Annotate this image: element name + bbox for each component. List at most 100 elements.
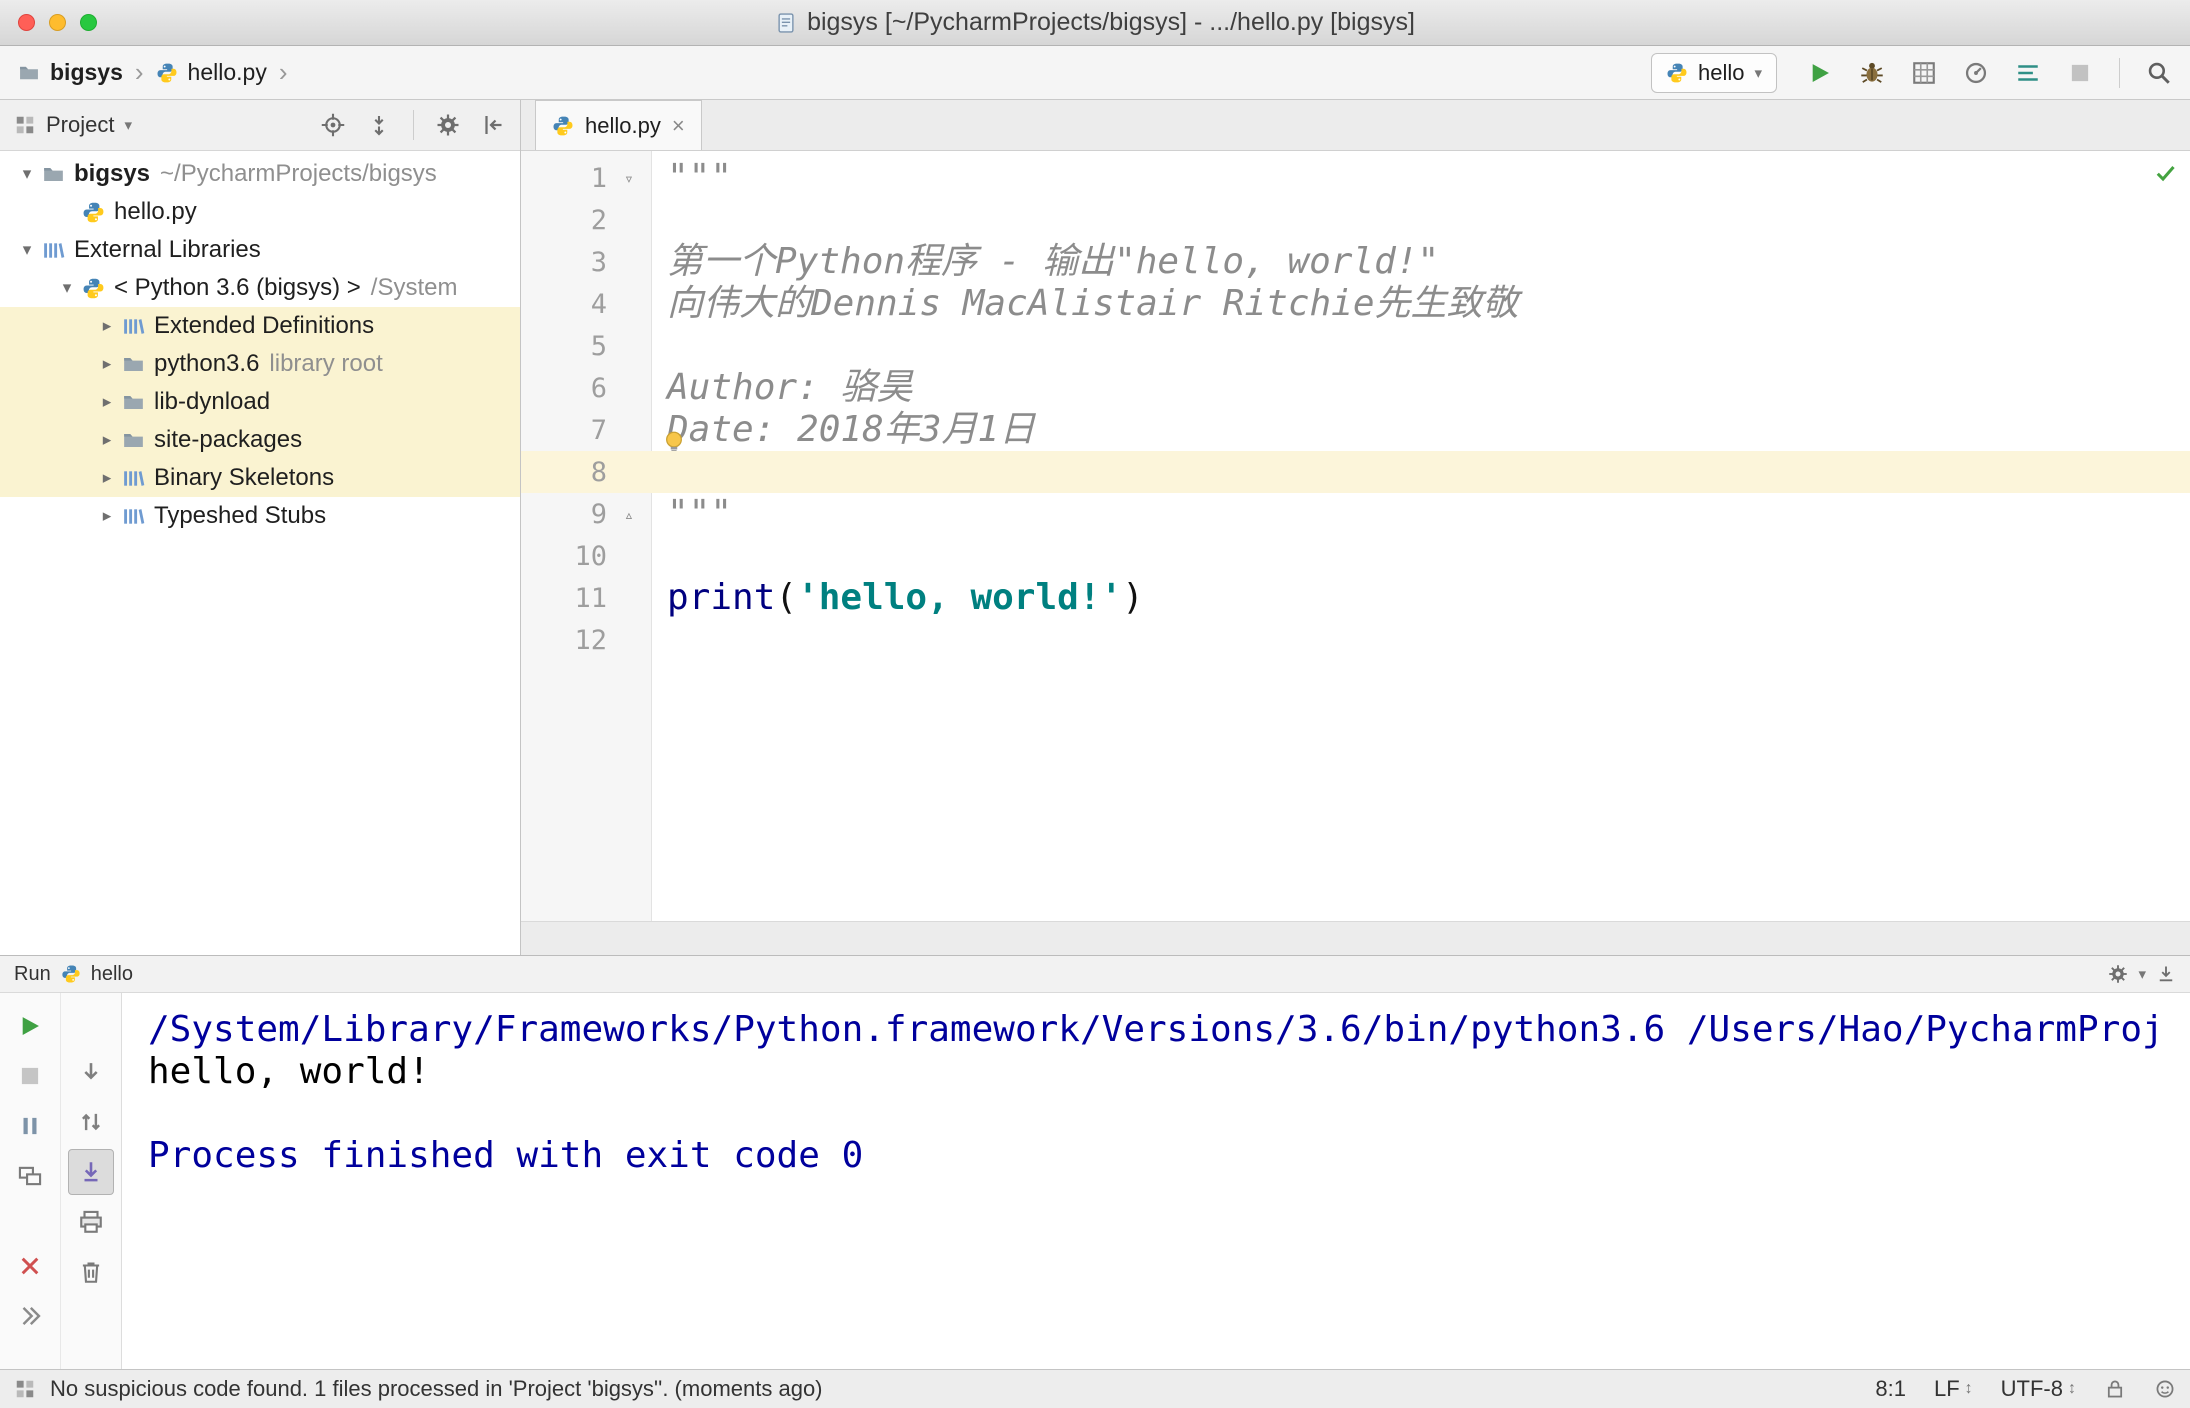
breadcrumb-file[interactable]: hello.py <box>188 59 267 86</box>
line-number[interactable]: 12 <box>521 625 607 656</box>
breadcrumb-project[interactable]: bigsys <box>50 59 123 86</box>
line-number[interactable]: 6 <box>521 373 607 404</box>
expand-arrow[interactable]: ▸ <box>92 316 122 336</box>
tree-item-label: Typeshed Stubs <box>154 502 327 529</box>
line-number[interactable]: 2 <box>521 205 607 236</box>
expand-arrow[interactable]: ▸ <box>92 506 122 526</box>
inspections-ok-icon <box>2154 161 2178 185</box>
print-button[interactable] <box>68 1199 114 1245</box>
line-number[interactable]: 5 <box>521 331 607 362</box>
gear-icon[interactable] <box>436 113 460 137</box>
code-text: Date: 2018年3月1日 <box>667 409 1036 450</box>
line-number[interactable]: 4 <box>521 289 607 320</box>
tree-item-python3-6[interactable]: ▸ python3.6 library root <box>0 345 520 383</box>
expand-arrow[interactable]: ▸ <box>92 392 122 412</box>
tree-item-lib-dynload[interactable]: ▸ lib-dynload <box>0 383 520 421</box>
project-panel-title[interactable]: Project <box>46 112 114 138</box>
fold-marker[interactable]: ▵ <box>607 505 651 524</box>
gear-icon[interactable] <box>2108 964 2128 984</box>
search-everywhere-button[interactable] <box>2146 60 2172 86</box>
line-number[interactable]: 10 <box>521 541 607 572</box>
close-button[interactable] <box>18 14 35 31</box>
minimize-button[interactable] <box>49 14 66 31</box>
tree-item-label: Binary Skeletons <box>154 464 335 491</box>
code-line[interactable]: 2 <box>521 199 2190 241</box>
close-tab-icon[interactable]: × <box>672 113 685 139</box>
hide-panel-button[interactable] <box>482 113 506 137</box>
tree-item-python-3-6-bigsys[interactable]: ▾ < Python 3.6 (bigsys) > /System <box>0 269 520 307</box>
code-line[interactable]: 10 <box>521 535 2190 577</box>
line-number[interactable]: 7 <box>521 415 607 446</box>
console-button[interactable] <box>2015 60 2041 86</box>
tool-window-switcher-icon[interactable] <box>14 1378 36 1400</box>
profiler-button[interactable] <box>1963 60 1989 86</box>
close-console-button[interactable] <box>7 1243 53 1289</box>
coverage-button[interactable] <box>1911 60 1937 86</box>
tree-item-bigsys[interactable]: ▾ bigsys ~/PycharmProjects/bigsys <box>0 155 520 193</box>
tree-item-external-libraries[interactable]: ▾ External Libraries <box>0 231 520 269</box>
zoom-button[interactable] <box>80 14 97 31</box>
code-editor[interactable]: 1 ▿ """ 2 3 第一个Python程序 - 输出"hello, world!" 4 向… <box>521 151 2190 921</box>
run-config-selector[interactable]: hello ▾ <box>1650 52 1777 93</box>
run-panel-title[interactable]: Run <box>14 963 51 986</box>
caret-position-widget[interactable]: 8:1 <box>1875 1376 1906 1402</box>
project-tree[interactable]: ▾ bigsys ~/PycharmProjects/bigsys hello.py ▾… <box>0 151 520 955</box>
tree-item-typeshed-stubs[interactable]: ▸ Typeshed Stubs <box>0 497 520 535</box>
line-separator-widget[interactable]: LF ↕ <box>1934 1376 1973 1402</box>
expand-arrow[interactable]: ▾ <box>52 278 82 298</box>
python-icon <box>61 964 81 984</box>
expand-arrow[interactable]: ▸ <box>92 468 122 488</box>
tree-item-binary-skeletons[interactable]: ▸ Binary Skeletons <box>0 459 520 497</box>
chevrons-icon <box>17 1303 43 1329</box>
expand-arrow[interactable]: ▸ <box>92 354 122 374</box>
debug-button[interactable] <box>1859 60 1885 86</box>
code-line[interactable]: 7 Date: 2018年3月1日 <box>521 409 2190 453</box>
pause-output-button[interactable] <box>7 1103 53 1149</box>
code-line[interactable]: 4 向伟大的Dennis MacAlistair Ritchie先生致敬 <box>521 283 2190 325</box>
lock-icon[interactable] <box>2104 1378 2126 1400</box>
editor-hscrollbar[interactable] <box>521 921 2190 955</box>
line-number[interactable]: 1 <box>521 163 607 194</box>
expand-arrow[interactable]: ▸ <box>92 430 122 450</box>
code-line[interactable]: 1 ▿ """ <box>521 157 2190 199</box>
prev-next-occurrence-button[interactable] <box>68 1099 114 1145</box>
line-number[interactable]: 9 <box>521 499 607 530</box>
code-line[interactable]: 11 print('hello, world!') <box>521 577 2190 619</box>
stop-button <box>2067 60 2093 86</box>
down-stack-trace-button[interactable] <box>68 1049 114 1095</box>
line-number[interactable]: 8 <box>521 457 607 488</box>
console-line: /System/Library/Frameworks/Python.framew… <box>148 1009 2164 1050</box>
code-line[interactable]: 12 <box>521 619 2190 661</box>
scroll-to-end-button[interactable] <box>67 1149 114 1195</box>
line-number[interactable]: 11 <box>521 583 607 614</box>
fold-marker[interactable]: ▿ <box>607 169 651 188</box>
restore-layout-button[interactable] <box>7 1153 53 1199</box>
scroll-to-end-icon <box>78 1159 104 1185</box>
tree-item-hello-py[interactable]: hello.py <box>0 193 520 231</box>
tree-item-site-packages[interactable]: ▸ site-packages <box>0 421 520 459</box>
inspector-hector-icon[interactable] <box>2154 1378 2176 1400</box>
locate-file-button[interactable] <box>321 113 345 137</box>
editor-tab-hello-py[interactable]: hello.py × <box>535 100 702 150</box>
expand-arrow[interactable]: ▾ <box>12 240 42 260</box>
hide-panel-button[interactable] <box>2156 964 2176 984</box>
clear-all-button[interactable] <box>68 1249 114 1295</box>
encoding-widget[interactable]: UTF-8 ↕ <box>2001 1376 2076 1402</box>
code-line[interactable]: 3 第一个Python程序 - 输出"hello, world!" <box>521 241 2190 283</box>
code-line[interactable]: 9 ▵ """ <box>521 493 2190 535</box>
project-panel-header: Project ▾ <box>0 100 520 151</box>
tree-item-extended-definitions[interactable]: ▸ Extended Definitions <box>0 307 520 345</box>
code-line[interactable]: 5 <box>521 325 2190 367</box>
chevron-down-icon[interactable]: ▾ <box>124 116 132 134</box>
collapse-all-button[interactable] <box>367 113 391 137</box>
line-number[interactable]: 3 <box>521 247 607 278</box>
code-line[interactable]: 6 Author: 骆昊 <box>521 367 2190 409</box>
tree-item-label: lib-dynload <box>154 388 271 415</box>
run-button[interactable] <box>1807 60 1833 86</box>
chevron-down-icon: ▾ <box>1754 64 1762 82</box>
code-line[interactable]: 8 <box>521 451 2190 493</box>
rerun-button[interactable] <box>7 1003 53 1049</box>
expand-arrow[interactable]: ▾ <box>12 164 42 184</box>
more-actions-button[interactable] <box>7 1293 53 1339</box>
run-console[interactable]: /System/Library/Frameworks/Python.framew… <box>122 993 2190 1369</box>
